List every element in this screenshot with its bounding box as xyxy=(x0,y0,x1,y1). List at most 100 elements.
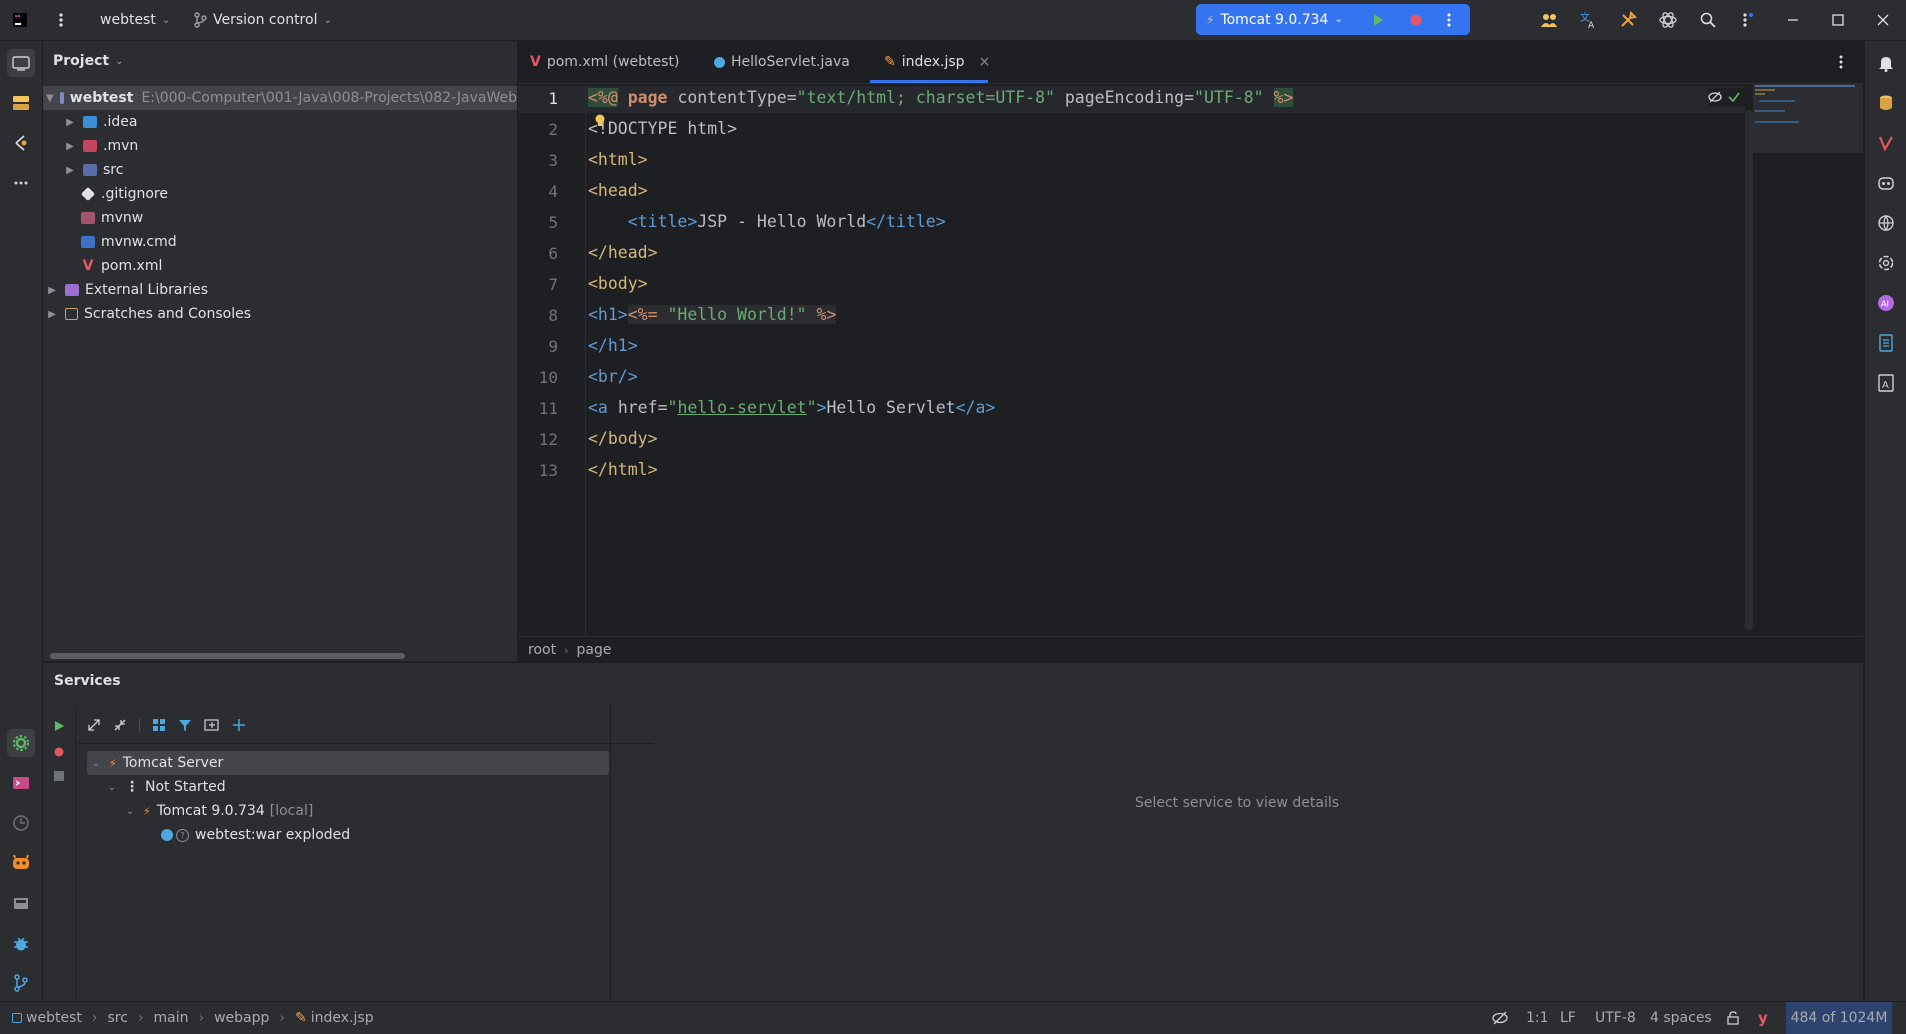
database-tool-button[interactable] xyxy=(1872,89,1900,117)
indent-setting[interactable]: 4 spaces xyxy=(1650,1002,1712,1034)
editor-vertical-scrollbar[interactable] xyxy=(1745,110,1753,630)
main-menu-icon[interactable] xyxy=(58,0,64,40)
tree-item-mvnw-cmd[interactable]: mvnw.cmd xyxy=(81,230,177,254)
debug-button[interactable] xyxy=(1408,12,1424,28)
memory-indicator[interactable]: 484 of 1024M xyxy=(1786,1002,1892,1034)
service-artifact[interactable]: ? webtest:war exploded xyxy=(161,823,350,847)
code-line-9[interactable]: </h1> xyxy=(588,336,638,355)
chevron-right-icon[interactable]: ▶ xyxy=(45,309,59,320)
tree-item-idea[interactable]: ▶ .idea xyxy=(63,110,137,134)
close-window-button[interactable] xyxy=(1876,0,1890,40)
line-separator[interactable]: LF xyxy=(1560,1002,1576,1034)
code-line-13[interactable]: </html> xyxy=(588,460,658,479)
service-tomcat-server[interactable]: ⌄ ⚡ Tomcat Server xyxy=(87,751,609,775)
code-line-3[interactable]: <html> xyxy=(588,150,648,169)
services-stop-button[interactable] xyxy=(52,769,66,787)
chevron-right-icon[interactable]: ▶ xyxy=(63,165,77,176)
notifications-button[interactable] xyxy=(1872,49,1900,77)
tree-item-external-libraries[interactable]: ▶ External Libraries xyxy=(45,278,208,302)
profiler-tool-button[interactable] xyxy=(7,809,35,837)
tools-icon[interactable] xyxy=(1619,0,1637,40)
copilot-tool-button[interactable] xyxy=(1872,169,1900,197)
structure-tool-button[interactable] xyxy=(7,89,35,117)
nav-crumb[interactable]: index.jsp xyxy=(311,1010,374,1026)
project-panel-header[interactable]: Project ⌄ xyxy=(53,41,123,81)
nav-crumb[interactable]: main xyxy=(154,1010,189,1026)
build-tool-button[interactable] xyxy=(7,889,35,917)
document-tool-button[interactable] xyxy=(1872,329,1900,357)
chevron-right-icon[interactable]: ▶ xyxy=(63,117,77,128)
services-debug-button[interactable] xyxy=(52,745,66,763)
tab-index-jsp[interactable]: ✎ index.jsp × xyxy=(884,41,990,83)
run-more-button[interactable] xyxy=(1446,12,1454,28)
inspections-status-icon[interactable] xyxy=(1492,1002,1508,1034)
tree-item-gitignore[interactable]: .gitignore xyxy=(80,182,168,206)
read-only-toggle-icon[interactable] xyxy=(1726,1002,1740,1034)
code-line-10[interactable]: <br/> xyxy=(588,367,638,386)
search-icon[interactable] xyxy=(1700,0,1716,40)
code-line-2[interactable]: <!DOCTYPE html> xyxy=(588,119,737,138)
vcs-widget[interactable]: Version control ⌄ xyxy=(193,0,332,40)
group-by-icon[interactable] xyxy=(152,718,166,732)
ai-assistant-icon[interactable] xyxy=(1659,0,1677,40)
code-line-12[interactable]: </body> xyxy=(588,429,658,448)
minimize-button[interactable] xyxy=(1786,0,1800,40)
chatgpt-tool-button[interactable] xyxy=(1872,249,1900,277)
maven-tool-button[interactable] xyxy=(1872,129,1900,157)
codeium-tool-button[interactable] xyxy=(1872,209,1900,237)
horizontal-scrollbar[interactable] xyxy=(50,653,405,659)
run-button[interactable] xyxy=(1370,12,1386,28)
nav-crumb[interactable]: src xyxy=(107,1010,127,1026)
code-line-4[interactable]: <head> xyxy=(588,181,648,200)
filter-icon[interactable] xyxy=(178,718,192,732)
project-switcher[interactable]: webtest ⌄ xyxy=(100,0,170,40)
file-encoding[interactable]: UTF-8 xyxy=(1595,1002,1636,1034)
services-tool-button[interactable] xyxy=(7,729,35,757)
new-tab-icon[interactable] xyxy=(204,718,220,732)
tree-root-webtest[interactable]: ▼ webtest E:\000-Computer\001-Java\008-P… xyxy=(43,86,517,110)
tree-item-pom[interactable]: V pom.xml xyxy=(81,254,163,278)
more-tools-button[interactable] xyxy=(7,169,35,197)
plugin-status-icon[interactable]: y xyxy=(1758,1002,1768,1034)
breadcrumb-page[interactable]: page xyxy=(576,642,611,658)
commit-tool-button[interactable] xyxy=(7,129,35,157)
services-run-button[interactable] xyxy=(52,719,66,737)
tab-hello-servlet[interactable]: HelloServlet.java xyxy=(714,41,850,83)
caret-position[interactable]: 1:1 xyxy=(1526,1002,1549,1034)
run-config-selector[interactable]: ⚡ Tomcat 9.0.734 ⌄ xyxy=(1206,4,1343,35)
code-with-me-icon[interactable] xyxy=(1540,0,1558,40)
tree-item-scratches[interactable]: ▶ Scratches and Consoles xyxy=(45,302,251,326)
translate-icon[interactable]: 文A xyxy=(1579,0,1597,40)
breadcrumb-root[interactable]: root xyxy=(528,642,556,658)
inspection-widget[interactable] xyxy=(1708,88,1750,106)
minimap[interactable] xyxy=(1753,83,1863,153)
chevron-right-icon[interactable]: ▶ xyxy=(45,285,59,296)
chevron-down-icon[interactable]: ⌄ xyxy=(123,806,137,817)
git-tool-button[interactable] xyxy=(7,969,35,997)
code-line-6[interactable]: </head> xyxy=(588,243,658,262)
tab-pom-xml[interactable]: V pom.xml (webtest) xyxy=(530,41,679,83)
ai-chat-tool-button[interactable]: AI xyxy=(1872,289,1900,317)
app-logo-icon[interactable] xyxy=(12,0,28,40)
code-line-11[interactable]: <a href="hello-servlet">Hello Servlet</a… xyxy=(588,398,995,417)
chevron-down-icon[interactable]: ⌄ xyxy=(105,782,119,793)
service-not-started[interactable]: ⌄ ⋮ Not Started xyxy=(105,775,226,799)
chevron-right-icon[interactable]: ▶ xyxy=(63,141,77,152)
code-line-8[interactable]: <h1><%= "Hello World!" %> xyxy=(588,305,837,324)
tree-item-src[interactable]: ▶ src xyxy=(63,158,123,182)
tree-item-mvnw[interactable]: mvnw xyxy=(81,206,143,230)
problems-tool-button[interactable] xyxy=(7,929,35,957)
plugin-tool-button[interactable] xyxy=(7,849,35,877)
chevron-down-icon[interactable]: ⌄ xyxy=(89,758,103,769)
code-line-5[interactable]: <title>JSP - Hello World</title> xyxy=(588,212,946,231)
chevron-down-icon[interactable]: ▼ xyxy=(46,93,54,104)
terminal-tool-button[interactable] xyxy=(7,769,35,797)
maximize-button[interactable] xyxy=(1831,0,1845,40)
code-line-1[interactable]: <%@ page contentType="text/html; charset… xyxy=(588,88,1294,107)
code-line-7[interactable]: <body> xyxy=(588,274,648,293)
href-link[interactable]: hello-servlet xyxy=(677,398,806,417)
project-tool-button[interactable] xyxy=(7,49,35,77)
collapse-all-icon[interactable] xyxy=(113,718,127,732)
intention-bulb-icon[interactable] xyxy=(594,114,606,132)
service-tomcat-instance[interactable]: ⌄ ⚡ Tomcat 9.0.734 [local] xyxy=(123,799,314,823)
